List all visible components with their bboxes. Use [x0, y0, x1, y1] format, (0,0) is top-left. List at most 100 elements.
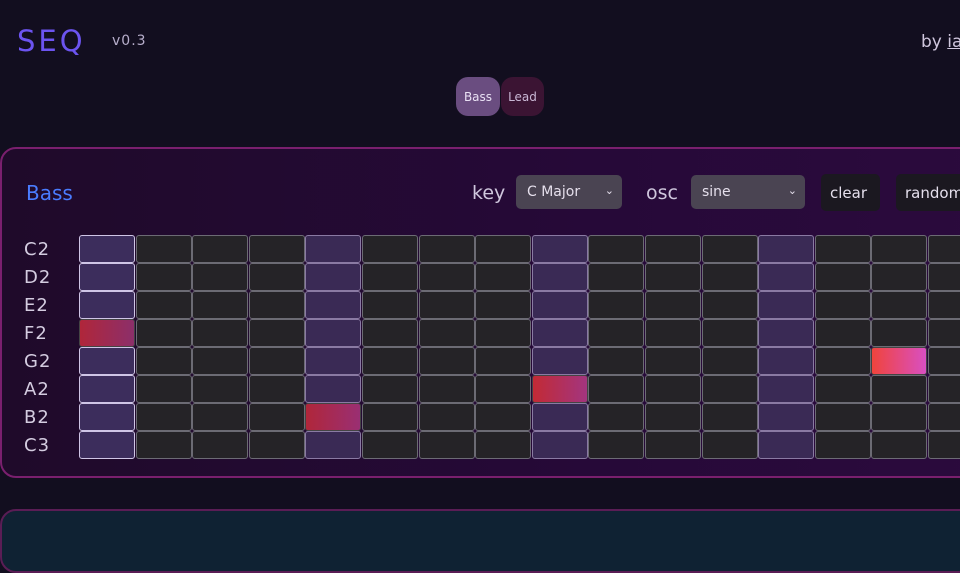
step-cell[interactable] [248, 263, 305, 291]
step-cell[interactable] [305, 263, 362, 291]
step-cell[interactable] [645, 235, 701, 263]
step-cell[interactable] [814, 403, 871, 431]
step-cell[interactable] [588, 431, 645, 459]
step-cell[interactable] [475, 263, 532, 291]
step-cell[interactable] [758, 347, 815, 375]
step-cell[interactable] [871, 291, 928, 319]
step-cell[interactable] [645, 375, 701, 403]
step-cell[interactable] [871, 347, 928, 378]
step-cell[interactable] [588, 263, 645, 291]
step-cell[interactable] [701, 263, 758, 291]
step-cell[interactable] [192, 431, 249, 459]
step-cell[interactable] [135, 263, 192, 291]
step-cell[interactable] [871, 431, 928, 459]
step-cell[interactable] [248, 403, 305, 431]
step-cell[interactable] [701, 403, 758, 431]
step-cell[interactable] [192, 235, 249, 263]
step-cell[interactable] [531, 375, 588, 406]
step-cell[interactable] [79, 291, 135, 319]
step-cell[interactable] [814, 347, 871, 375]
step-cell[interactable] [701, 235, 758, 263]
step-cell[interactable] [248, 431, 305, 459]
step-cell[interactable] [928, 431, 960, 459]
step-cell[interactable] [588, 375, 645, 403]
step-cell[interactable] [79, 319, 135, 350]
step-cell[interactable] [814, 319, 871, 347]
step-cell[interactable] [588, 319, 645, 347]
step-cell[interactable] [531, 235, 588, 263]
step-cell[interactable] [418, 403, 475, 431]
step-cell[interactable] [135, 431, 192, 459]
step-cell[interactable] [531, 263, 588, 291]
step-cell[interactable] [362, 403, 418, 431]
step-cell[interactable] [475, 291, 532, 319]
step-cell[interactable] [588, 403, 645, 431]
step-cell[interactable] [701, 431, 758, 459]
step-cell[interactable] [928, 347, 960, 375]
step-cell[interactable] [305, 431, 362, 459]
step-cell[interactable] [531, 291, 588, 319]
step-cell[interactable] [475, 235, 532, 263]
step-cell[interactable] [531, 319, 588, 347]
step-cell[interactable] [418, 291, 475, 319]
step-cell[interactable] [79, 347, 135, 375]
step-cell[interactable] [645, 263, 701, 291]
step-cell[interactable] [362, 263, 418, 291]
step-cell[interactable] [305, 291, 362, 319]
step-cell[interactable] [418, 347, 475, 375]
step-cell[interactable] [588, 347, 645, 375]
clear-button[interactable]: clear [821, 174, 880, 211]
step-cell[interactable] [248, 375, 305, 403]
step-cell[interactable] [192, 375, 249, 403]
step-cell[interactable] [701, 375, 758, 403]
step-cell[interactable] [814, 235, 871, 263]
author-link[interactable]: ia [947, 32, 960, 52]
key-select[interactable]: C Major ⌄ [516, 175, 622, 209]
step-cell[interactable] [645, 291, 701, 319]
step-cell[interactable] [362, 235, 418, 263]
step-cell[interactable] [871, 375, 928, 403]
step-cell[interactable] [362, 291, 418, 319]
step-cell[interactable] [418, 375, 475, 403]
step-cell[interactable] [135, 403, 192, 431]
step-cell[interactable] [814, 291, 871, 319]
step-cell[interactable] [645, 347, 701, 375]
tab-lead[interactable]: Lead [501, 77, 544, 116]
step-cell[interactable] [928, 375, 960, 403]
step-cell[interactable] [758, 375, 815, 403]
step-cell[interactable] [79, 431, 135, 459]
step-cell[interactable] [758, 403, 815, 431]
step-cell[interactable] [192, 319, 249, 347]
step-cell[interactable] [814, 431, 871, 459]
step-cell[interactable] [475, 431, 532, 459]
step-cell[interactable] [758, 263, 815, 291]
osc-select[interactable]: sine ⌄ [691, 175, 805, 209]
step-cell[interactable] [645, 431, 701, 459]
step-cell[interactable] [928, 403, 960, 431]
step-cell[interactable] [531, 403, 588, 431]
step-cell[interactable] [362, 375, 418, 403]
step-cell[interactable] [475, 319, 532, 347]
step-cell[interactable] [418, 235, 475, 263]
step-cell[interactable] [135, 319, 192, 347]
step-cell[interactable] [475, 403, 532, 431]
step-cell[interactable] [248, 319, 305, 347]
step-cell[interactable] [928, 235, 960, 263]
step-cell[interactable] [871, 235, 928, 263]
step-cell[interactable] [588, 235, 645, 263]
step-cell[interactable] [588, 291, 645, 319]
step-cell[interactable] [362, 431, 418, 459]
step-cell[interactable] [192, 263, 249, 291]
step-cell[interactable] [814, 263, 871, 291]
step-cell[interactable] [248, 347, 305, 375]
step-cell[interactable] [701, 347, 758, 375]
step-cell[interactable] [79, 263, 135, 291]
step-cell[interactable] [305, 403, 362, 434]
step-cell[interactable] [531, 431, 588, 459]
step-cell[interactable] [758, 291, 815, 319]
step-cell[interactable] [248, 291, 305, 319]
step-cell[interactable] [79, 235, 135, 263]
step-cell[interactable] [418, 319, 475, 347]
step-cell[interactable] [758, 319, 815, 347]
tab-bass[interactable]: Bass [456, 77, 500, 116]
